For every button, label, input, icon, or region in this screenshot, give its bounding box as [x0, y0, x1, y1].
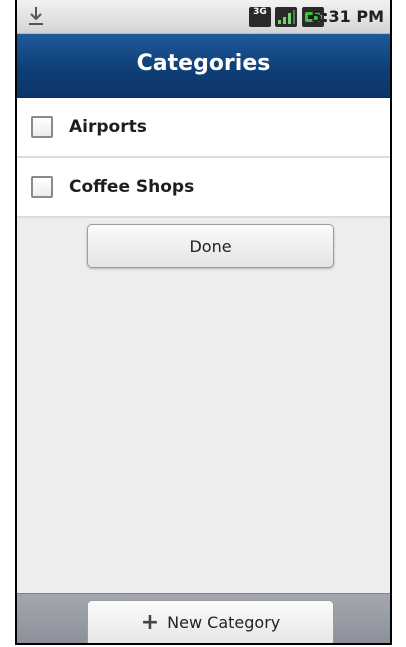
- category-label: Airports: [69, 117, 147, 137]
- status-bar: 3G 5:31 PM: [17, 0, 390, 34]
- new-category-button[interactable]: + New Category: [87, 600, 334, 643]
- status-time: 5:31 PM: [310, 7, 384, 26]
- bottom-bar: + New Category: [17, 593, 390, 643]
- category-item-coffee-shops[interactable]: Coffee Shops: [17, 158, 390, 218]
- category-item-airports[interactable]: Airports: [17, 98, 390, 158]
- phone-screen: 3G 5:31 PM Categories Airports Coffee Sh…: [15, 0, 392, 645]
- page-title: Categories: [136, 51, 271, 76]
- airports-checkbox[interactable]: [31, 116, 53, 138]
- category-list: Airports Coffee Shops: [17, 98, 390, 218]
- category-label: Coffee Shops: [69, 177, 195, 197]
- done-button[interactable]: Done: [87, 224, 334, 268]
- new-category-label: New Category: [167, 613, 281, 632]
- plus-icon: +: [140, 609, 160, 635]
- network-3g-icon: 3G: [249, 7, 271, 27]
- download-icon: [27, 5, 45, 27]
- coffee-shops-checkbox[interactable]: [31, 176, 53, 198]
- title-bar: Categories: [17, 34, 390, 98]
- signal-icon: [275, 7, 297, 27]
